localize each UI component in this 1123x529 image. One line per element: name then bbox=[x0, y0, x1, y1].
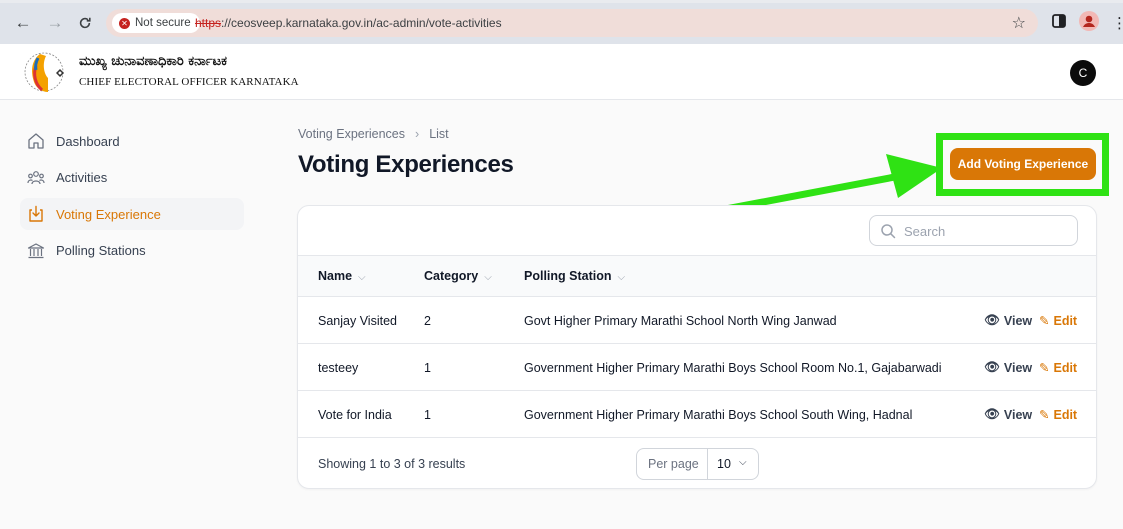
edit-link[interactable]: ✎ Edit bbox=[1039, 313, 1077, 329]
cell-category: 1 bbox=[424, 361, 431, 375]
url-text: https://ceosveep.karnataka.gov.in/ac-adm… bbox=[195, 16, 502, 30]
search-box[interactable] bbox=[869, 215, 1078, 246]
reload-icon[interactable] bbox=[74, 12, 96, 34]
chevron-right-icon: › bbox=[415, 127, 420, 141]
chevron-down-icon: ⌵ bbox=[739, 457, 747, 468]
search-icon bbox=[881, 224, 896, 239]
search-input[interactable] bbox=[904, 221, 1069, 241]
brand-english: CHIEF ELECTORAL OFFICER KARNATAKA bbox=[79, 76, 299, 88]
chevron-down-icon: ⌵ bbox=[358, 272, 366, 283]
sidebar-item-dashboard[interactable]: Dashboard bbox=[20, 125, 244, 157]
sidebar: Dashboard Activities Voting Experience P… bbox=[20, 125, 244, 271]
table-row: Sanjay Visited 2 Govt Higher Primary Mar… bbox=[298, 297, 1096, 344]
edit-link[interactable]: ✎ Edit bbox=[1039, 360, 1077, 376]
security-chip[interactable]: ✕ Not secure bbox=[112, 13, 200, 33]
breadcrumb: Voting Experiences › List bbox=[298, 127, 449, 141]
forward-icon[interactable]: → bbox=[44, 12, 66, 34]
view-link[interactable]: 👁 View bbox=[984, 407, 1032, 422]
per-page-value: 10 bbox=[717, 457, 731, 471]
column-header-name[interactable]: Name ⌵ bbox=[318, 269, 366, 283]
table-header: Name ⌵ Category ⌵ Polling Station ⌵ bbox=[298, 255, 1096, 297]
home-icon bbox=[28, 133, 44, 149]
edit-icon: ✎ bbox=[1039, 361, 1050, 375]
side-panel-icon[interactable] bbox=[1052, 14, 1066, 32]
edit-icon: ✎ bbox=[1039, 408, 1050, 422]
column-header-polling-station[interactable]: Polling Station ⌵ bbox=[524, 269, 625, 283]
building-icon bbox=[27, 242, 45, 258]
inbox-download-icon bbox=[29, 205, 43, 222]
table-card: Name⌵ Category⌵ Polling Station⌵ Sanjay … bbox=[297, 205, 1097, 489]
add-voting-experience-button[interactable]: Add Voting Experience bbox=[950, 148, 1096, 180]
eye-icon: 👁 bbox=[984, 360, 1000, 374]
sidebar-item-polling-stations[interactable]: Polling Stations bbox=[20, 235, 244, 267]
cell-name: testeey bbox=[318, 361, 359, 375]
page-title: Voting Experiences bbox=[298, 151, 514, 178]
sidebar-item-label: Polling Stations bbox=[56, 243, 146, 258]
cell-name: Vote for India bbox=[318, 408, 392, 422]
breadcrumb-current: List bbox=[429, 127, 449, 141]
sidebar-item-label: Activities bbox=[56, 170, 108, 185]
breadcrumb-link[interactable]: Voting Experiences bbox=[298, 127, 405, 141]
view-link[interactable]: 👁 View bbox=[984, 313, 1032, 328]
address-bar[interactable]: ✕ Not secure https://ceosveep.karnataka.… bbox=[106, 9, 1038, 37]
eye-icon: 👁 bbox=[984, 407, 1000, 421]
results-summary: Showing 1 to 3 of 3 results bbox=[318, 457, 466, 471]
cell-polling-station: Government Higher Primary Marathi Boys S… bbox=[524, 408, 913, 422]
app-header: ಮುಖ್ಯ ಚುನಾವಣಾಧಿಕಾರಿ ಕರ್ನಾಟಕ CHIEF ELECTO… bbox=[0, 44, 1123, 100]
user-avatar[interactable]: C bbox=[1070, 60, 1096, 86]
star-icon[interactable]: ☆ bbox=[1012, 13, 1026, 33]
brand-kannada: ಮುಖ್ಯ ಚುನಾವಣಾಧಿಕಾರಿ ಕರ್ನಾಟಕ bbox=[79, 54, 227, 69]
cell-name: Sanjay Visited bbox=[318, 314, 397, 328]
edit-link[interactable]: ✎ Edit bbox=[1039, 407, 1077, 423]
security-chip-label: Not secure bbox=[135, 17, 191, 29]
sidebar-item-activities[interactable]: Activities bbox=[20, 162, 244, 194]
per-page-select[interactable]: Per page 10 ⌵ bbox=[636, 448, 759, 480]
table-row: testeey 1 Government Higher Primary Mara… bbox=[298, 344, 1096, 391]
chevron-down-icon: ⌵ bbox=[484, 272, 492, 283]
sidebar-item-voting-experience[interactable]: Voting Experience bbox=[20, 198, 244, 230]
edit-icon: ✎ bbox=[1039, 314, 1050, 328]
cell-polling-station: Govt Higher Primary Marathi School North… bbox=[524, 314, 837, 328]
cell-polling-station: Government Higher Primary Marathi Boys S… bbox=[524, 361, 942, 375]
warning-icon: ✕ bbox=[119, 17, 130, 29]
table-row: Vote for India 1 Government Higher Prima… bbox=[298, 391, 1096, 438]
profile-icon[interactable] bbox=[1079, 11, 1099, 35]
eye-icon: 👁 bbox=[984, 313, 1000, 327]
view-link[interactable]: 👁 View bbox=[984, 360, 1032, 375]
browser-toolbar: ← → ✕ Not secure https://ceosveep.karnat… bbox=[0, 0, 1123, 44]
column-header-category[interactable]: Category ⌵ bbox=[424, 269, 492, 283]
sidebar-item-label: Voting Experience bbox=[56, 206, 161, 222]
per-page-label: Per page bbox=[648, 457, 699, 471]
kebab-menu-icon[interactable]: ⋮ bbox=[1112, 14, 1123, 32]
divider bbox=[707, 449, 708, 479]
cell-category: 1 bbox=[424, 408, 431, 422]
cell-category: 2 bbox=[424, 314, 431, 328]
chevron-down-icon: ⌵ bbox=[617, 272, 626, 283]
sidebar-item-label: Dashboard bbox=[56, 133, 120, 149]
back-icon[interactable]: ← bbox=[12, 12, 34, 34]
users-icon bbox=[27, 170, 45, 184]
ceo-logo bbox=[24, 52, 64, 92]
